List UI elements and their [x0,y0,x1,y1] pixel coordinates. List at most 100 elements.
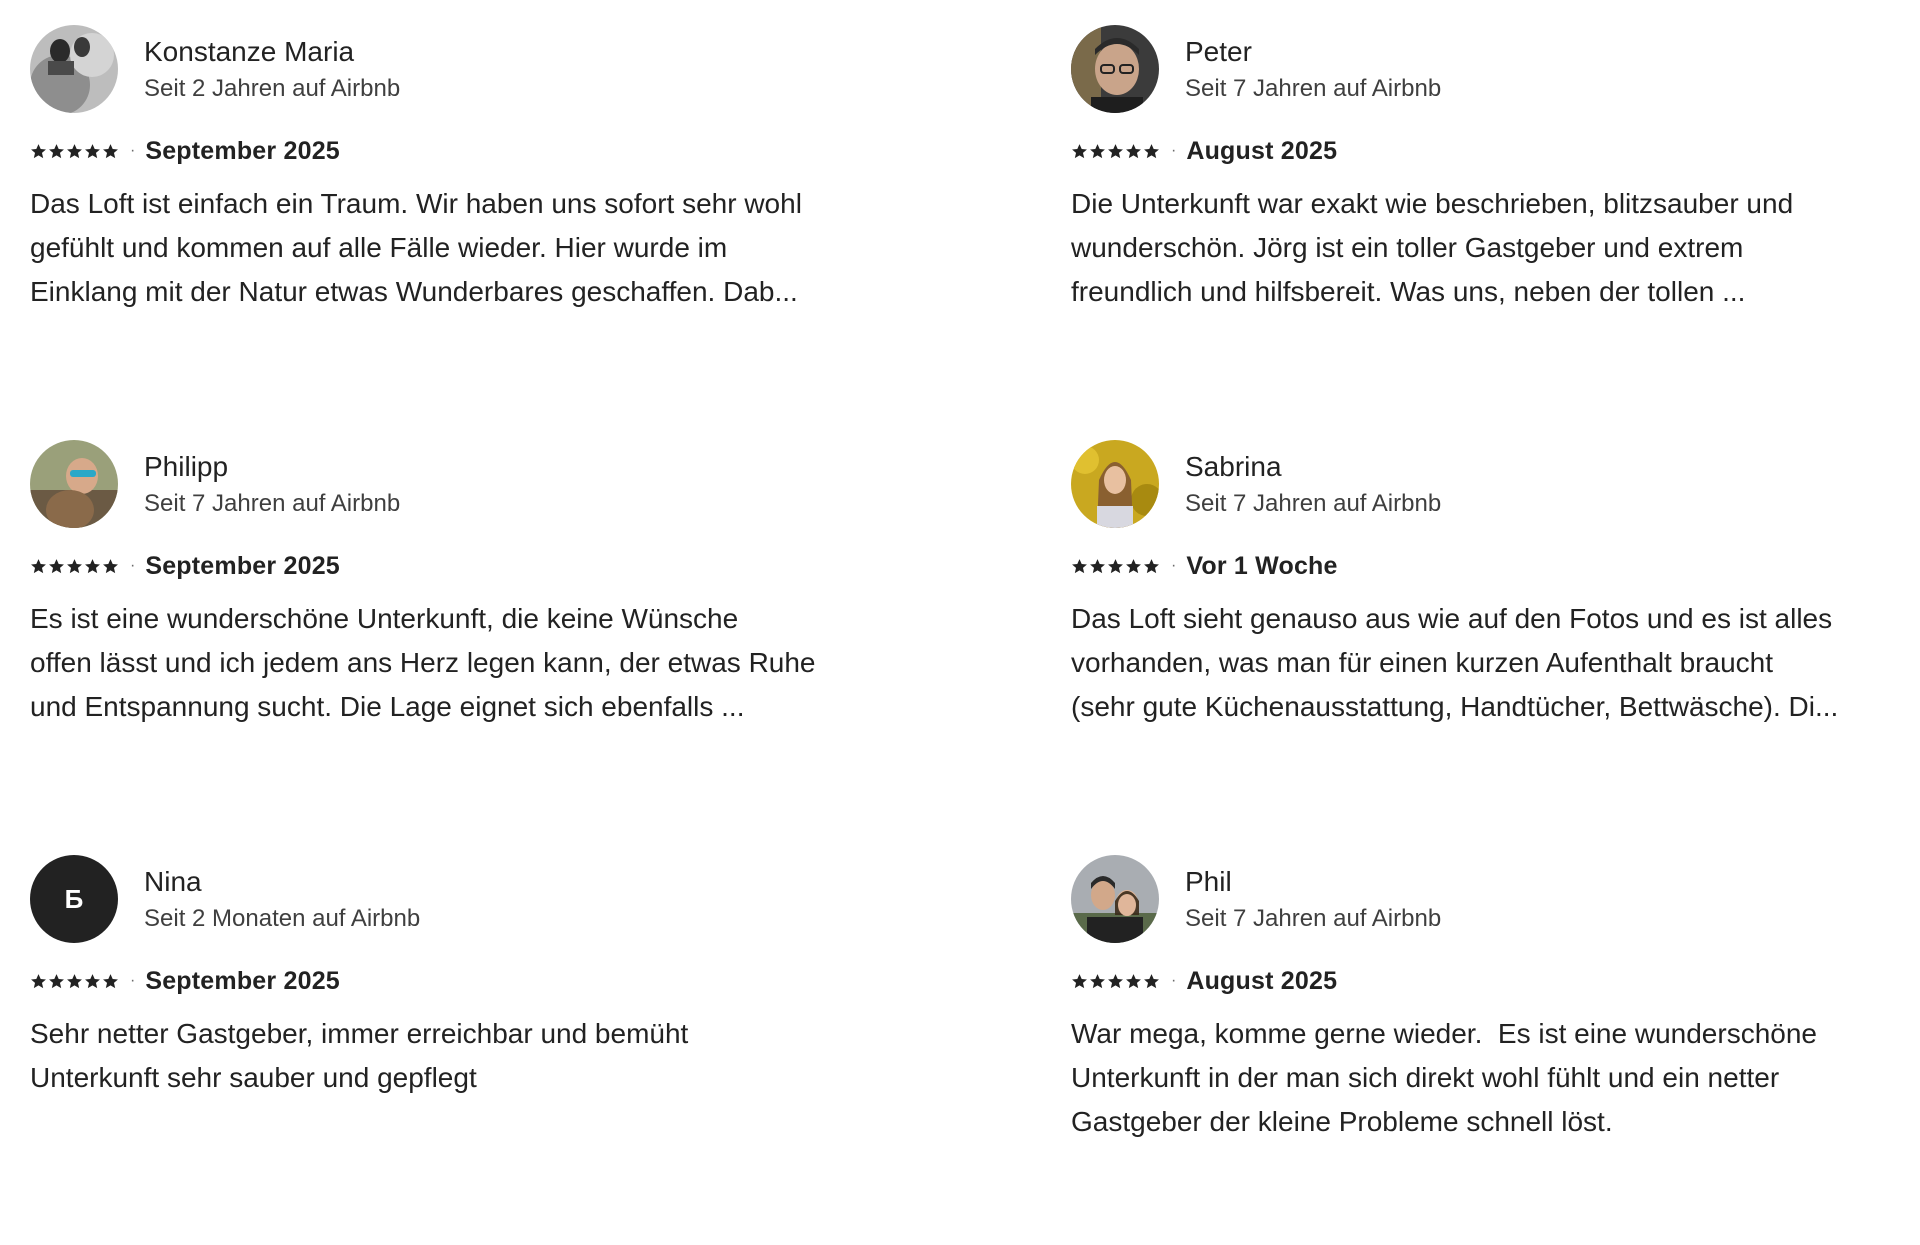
avatar[interactable] [30,25,118,113]
reviews-grid: Konstanze Maria Seit 2 Jahren auf Airbnb… [0,0,1920,1229]
reviewer-name[interactable]: Sabrina [1185,449,1441,485]
star-icon [1143,558,1160,575]
review-header: Konstanze Maria Seit 2 Jahren auf Airbnb [30,25,890,113]
avatar[interactable] [1071,25,1159,113]
review-header: Peter Seit 7 Jahren auf Airbnb [1071,25,1920,113]
review-date: August 2025 [1186,136,1338,165]
star-icon [102,558,119,575]
avatar[interactable] [1071,440,1159,528]
star-icon [66,143,83,160]
review-text: Sehr netter Gastgeber, immer erreichbar … [30,1012,890,1100]
star-icon [1071,558,1088,575]
review-date: September 2025 [145,551,340,580]
reviewer-info: Nina Seit 2 Monaten auf Airbnb [144,864,420,934]
star-rating [30,143,120,160]
review-text: Das Loft ist einfach ein Traum. Wir habe… [30,182,890,314]
review-text-line: Das Loft ist einfach ein Traum. Wir habe… [30,188,802,219]
avatar-photo [30,25,118,113]
meta-separator: · [1171,557,1177,574]
star-icon [48,973,65,990]
star-icon [1107,143,1124,160]
star-icon [48,143,65,160]
star-rating [30,558,120,575]
review-text-line: Einklang mit der Natur etwas Wunderbares… [30,276,798,307]
review-card: Philipp Seit 7 Jahren auf Airbnb · Septe… [30,440,890,830]
avatar-photo [1071,25,1159,113]
reviewer-name[interactable]: Philipp [144,449,400,485]
star-icon [30,143,47,160]
star-icon [1107,973,1124,990]
reviewer-name[interactable]: Nina [144,864,420,900]
review-card: Phil Seit 7 Jahren auf Airbnb · August 2… [1071,855,1920,1245]
review-date: August 2025 [1186,966,1338,995]
star-icon [1107,558,1124,575]
star-icon [84,143,101,160]
meta-separator: · [130,142,136,159]
review-card: Sabrina Seit 7 Jahren auf Airbnb · Vor 1… [1071,440,1920,830]
review-text-line: (sehr gute Küchenausstattung, Handtücher… [1071,691,1839,722]
review-text-line: War mega, komme gerne wieder. Es ist ein… [1071,1018,1817,1049]
review-text-line: vorhanden, was man für einen kurzen Aufe… [1071,647,1773,678]
review-text: Das Loft sieht genauso aus wie auf den F… [1071,597,1920,729]
reviewer-name[interactable]: Peter [1185,34,1441,70]
review-date: September 2025 [145,136,340,165]
star-rating [1071,143,1161,160]
reviewer-name[interactable]: Konstanze Maria [144,34,400,70]
review-text: Es ist eine wunderschöne Unterkunft, die… [30,597,890,729]
meta-separator: · [1171,142,1177,159]
review-text-line: Es ist eine wunderschöne Unterkunft, die… [30,603,739,634]
review-header: Sabrina Seit 7 Jahren auf Airbnb [1071,440,1920,528]
reviewer-tenure: Seit 7 Jahren auf Airbnb [1185,490,1442,517]
star-icon [30,973,47,990]
reviewer-info: Phil Seit 7 Jahren auf Airbnb [1185,864,1441,934]
avatar[interactable]: Б [30,855,118,943]
meta-separator: · [130,972,136,989]
review-meta: · September 2025 [30,967,890,995]
review-card: Konstanze Maria Seit 2 Jahren auf Airbnb… [30,25,890,415]
star-icon [1089,143,1106,160]
review-card: Peter Seit 7 Jahren auf Airbnb · August … [1071,25,1920,415]
review-card: Б Nina Seit 2 Monaten auf Airbnb · Septe… [30,855,890,1245]
star-icon [1071,143,1088,160]
review-text-line: gefühlt und kommen auf alle Fälle wieder… [30,232,728,263]
star-icon [102,143,119,160]
star-icon [1125,558,1142,575]
reviewer-tenure: Seit 7 Jahren auf Airbnb [1185,75,1442,102]
star-icon [1143,973,1160,990]
review-header: Б Nina Seit 2 Monaten auf Airbnb [30,855,890,943]
meta-separator: · [1171,972,1177,989]
avatar-photo [1071,855,1159,943]
star-icon [66,973,83,990]
review-meta: · September 2025 [30,137,890,165]
star-icon [1089,558,1106,575]
star-icon [48,558,65,575]
star-icon [102,973,119,990]
review-text-line: Die Unterkunft war exakt wie beschrieben… [1071,188,1794,219]
review-text-line: Sehr netter Gastgeber, immer erreichbar … [30,1018,689,1049]
reviewer-tenure: Seit 7 Jahren auf Airbnb [1185,905,1442,932]
meta-separator: · [130,557,136,574]
avatar[interactable] [30,440,118,528]
review-meta: · August 2025 [1071,967,1920,995]
review-meta: · Vor 1 Woche [1071,552,1920,580]
star-rating [1071,558,1161,575]
star-icon [1125,973,1142,990]
avatar[interactable] [1071,855,1159,943]
star-icon [84,558,101,575]
review-text-line: offen lässt und ich jedem ans Herz legen… [30,647,816,678]
star-icon [66,558,83,575]
review-meta: · September 2025 [30,552,890,580]
review-text-line: und Entspannung sucht. Die Lage eignet s… [30,691,745,722]
avatar-photo [30,440,118,528]
review-header: Phil Seit 7 Jahren auf Airbnb [1071,855,1920,943]
star-icon [1071,973,1088,990]
review-text-line: Gastgeber der kleine Probleme schnell lö… [1071,1106,1613,1137]
review-date: September 2025 [145,966,340,995]
review-text-line: Unterkunft in der man sich direkt wohl f… [1071,1062,1780,1093]
reviewer-name[interactable]: Phil [1185,864,1441,900]
avatar-initial: Б [64,883,84,914]
review-text-line: freundlich und hilfsbereit. Was uns, neb… [1071,276,1746,307]
review-text-line: Das Loft sieht genauso aus wie auf den F… [1071,603,1833,634]
review-date: Vor 1 Woche [1186,551,1338,580]
reviewer-info: Konstanze Maria Seit 2 Jahren auf Airbnb [144,34,400,104]
